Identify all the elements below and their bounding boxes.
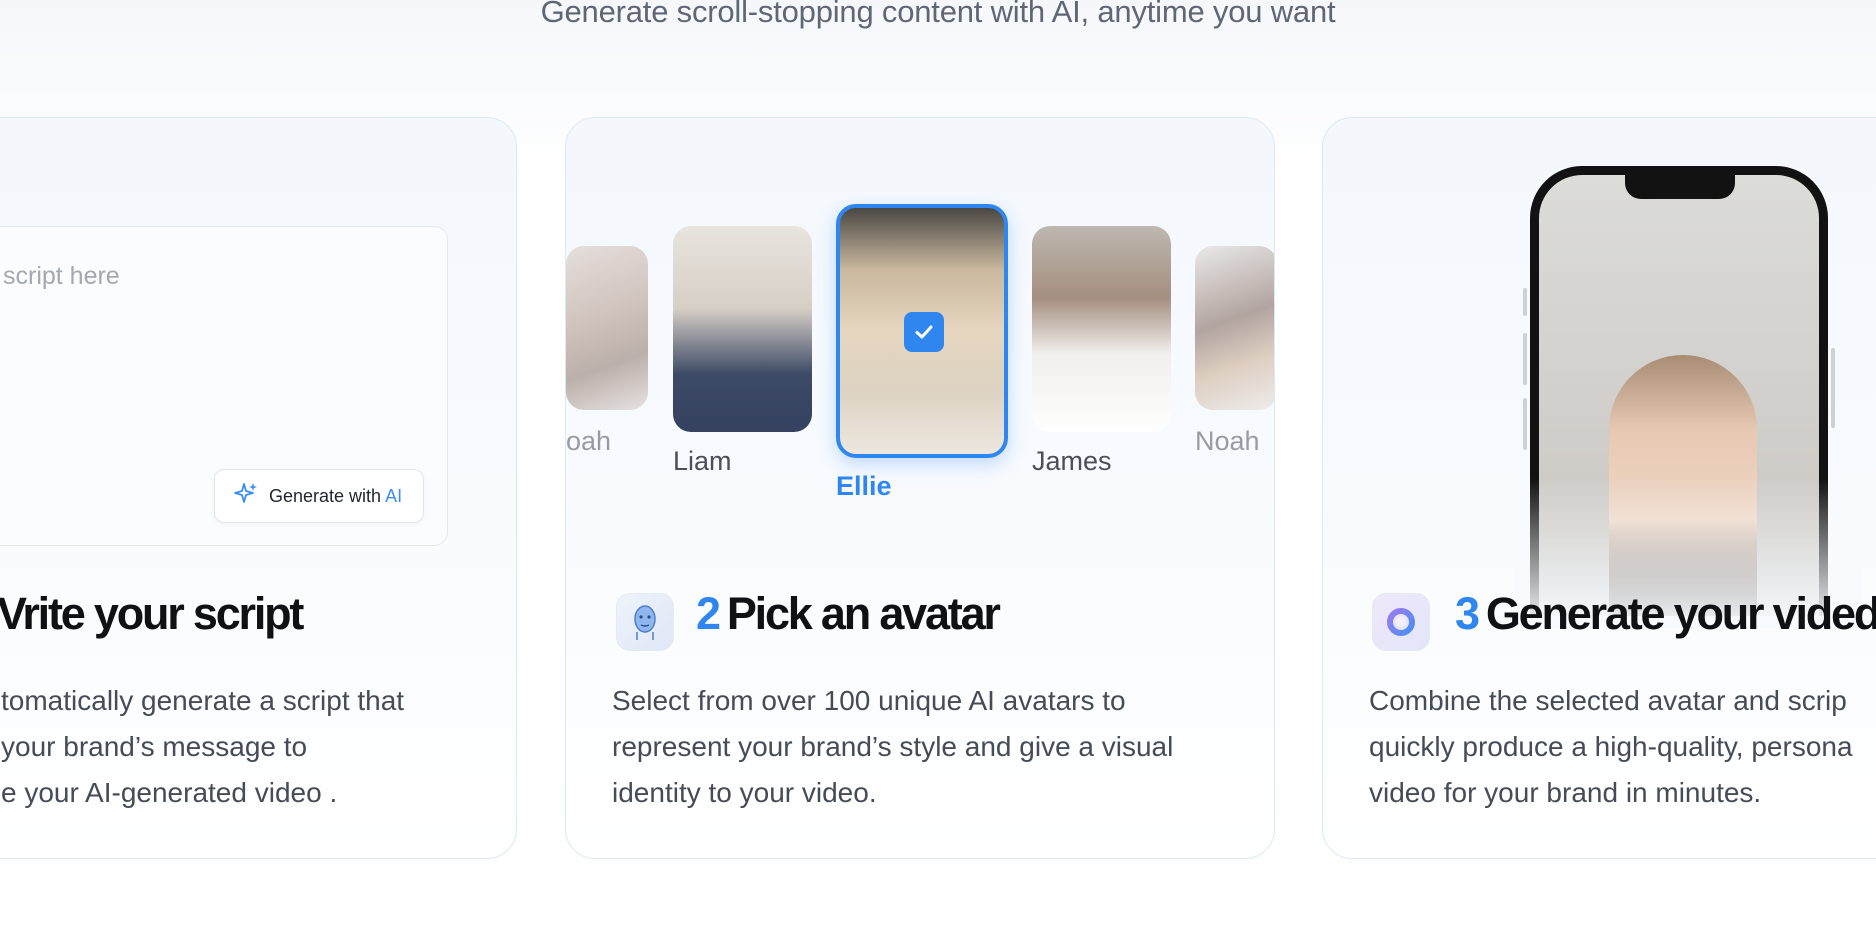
generate-ring-icon [1372, 593, 1430, 651]
avatar-name-noah-right: Noah [1195, 426, 1260, 456]
script-placeholder: script here [3, 262, 120, 290]
avatar-name-ellie: Ellie [836, 471, 892, 501]
avatar-name-noah-left: oah [566, 426, 612, 456]
step-2-description: Select from over 100 unique AI avatars t… [612, 685, 1174, 808]
phone-side-button [1523, 288, 1527, 316]
step-1-title: Vrite your script [0, 588, 304, 639]
generate-button-label: Generate with AI [269, 485, 403, 506]
phone-side-button [1523, 333, 1527, 385]
phone-notch [1625, 175, 1735, 199]
step-2-title: 2 Pick an avatar [696, 588, 1001, 639]
avatar-thumb-ellie[interactable] [836, 204, 1008, 458]
avatar-name-james: James [1032, 446, 1112, 476]
phone-side-button [1523, 398, 1527, 450]
step-1-description: tomatically generate a script that your … [1, 685, 405, 808]
avatar-name-liam: Liam [673, 446, 732, 476]
step-3-title: 3 Generate your vided [1455, 588, 1876, 639]
step-card-pick-avatar: oah Liam Ellie James Noah 2 Pick an avata… [565, 117, 1275, 859]
avatar-thumb-james[interactable] [1032, 226, 1171, 432]
step-3-description: Combine the selected avatar and scrip qu… [1369, 685, 1853, 808]
avatar-thumb-noah-left[interactable] [566, 246, 648, 410]
generate-with-ai-button[interactable]: Generate with AI [214, 469, 424, 523]
avatar-thumb-liam[interactable] [673, 226, 812, 432]
selected-check-icon [904, 312, 944, 352]
page-subtitle: Generate scroll-stopping content with AI… [540, 0, 1336, 29]
avatar-face-icon [616, 593, 674, 651]
step-card-generate-video: 3 Generate your vided Combine the selecte… [1322, 117, 1876, 859]
avatar-thumb-noah-right[interactable] [1195, 246, 1274, 410]
phone-side-button [1831, 348, 1835, 428]
sparkle-icon [233, 481, 259, 512]
step-card-write-script: script here Generate with AI Vrite your … [0, 117, 517, 859]
